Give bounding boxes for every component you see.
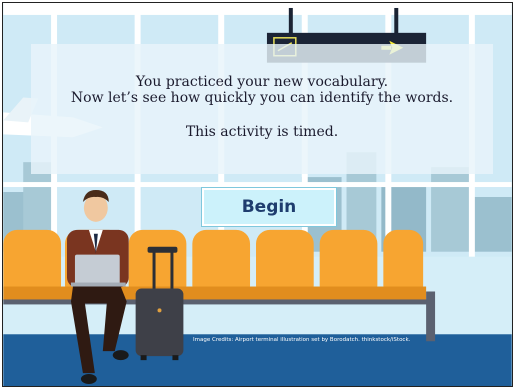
activity-stage: You practiced your new vocabulary. Now l… (2, 2, 513, 387)
begin-button[interactable]: Begin (202, 188, 336, 226)
instructions-panel: You practiced your new vocabulary. Now l… (31, 44, 493, 174)
instruction-line-1: You practiced your new vocabulary. (135, 74, 389, 90)
image-credits: Image Credits: Airport terminal illustra… (193, 337, 411, 343)
timed-notice: This activity is timed. (185, 124, 339, 140)
instruction-line-2: Now let’s see how quickly you can identi… (70, 90, 454, 106)
